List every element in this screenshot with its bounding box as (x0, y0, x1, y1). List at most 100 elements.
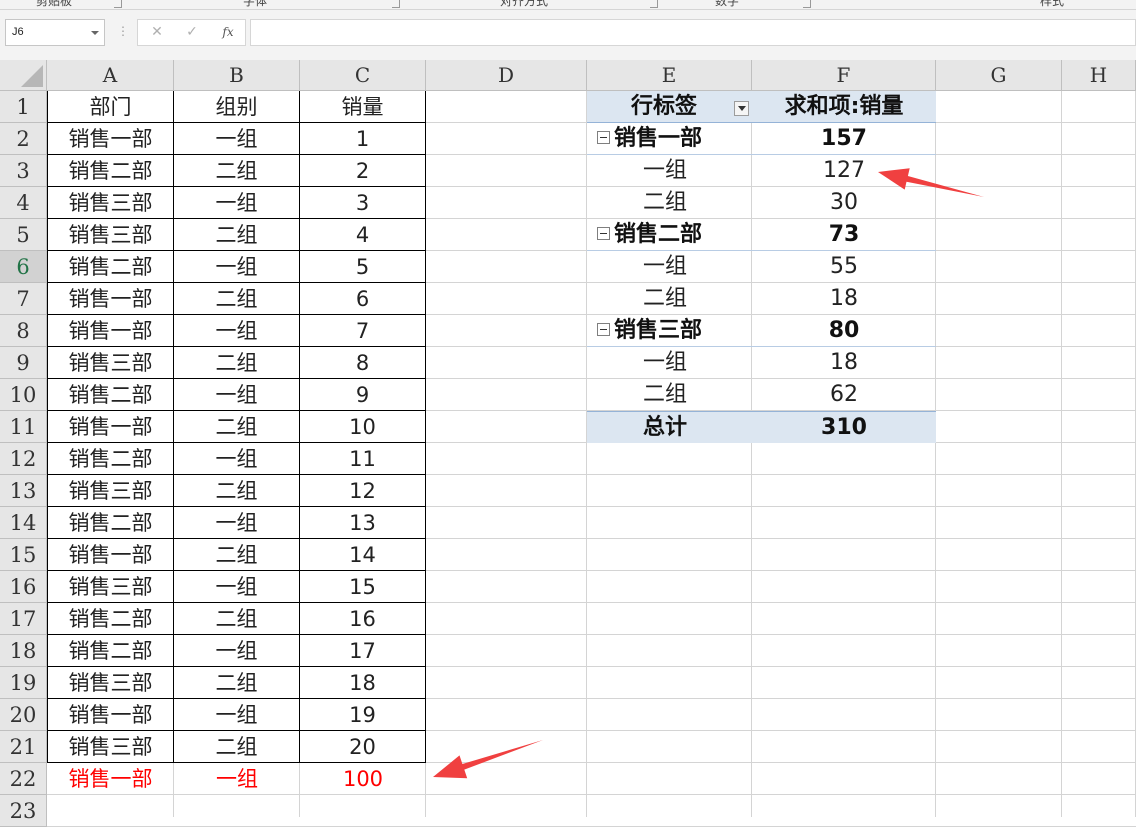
new-row-cell-sales[interactable]: 100 (300, 763, 426, 795)
dialog-launcher-icon[interactable] (392, 0, 400, 8)
pivot-item-value[interactable]: 18 (752, 347, 936, 379)
select-all-button[interactable] (0, 60, 47, 91)
row-header-15[interactable]: 15 (0, 539, 47, 571)
table-cell-sales[interactable]: 8 (300, 347, 426, 379)
new-row-cell-dept[interactable]: 销售一部 (47, 763, 174, 795)
row-header-22[interactable]: 22 (0, 763, 47, 795)
table-cell-group[interactable]: 一组 (174, 123, 300, 155)
collapse-icon[interactable] (597, 226, 610, 240)
table-header-sales[interactable]: 销量 (300, 91, 426, 123)
table-cell-group[interactable]: 二组 (174, 155, 300, 187)
table-cell-sales[interactable]: 1 (300, 123, 426, 155)
column-header-d[interactable]: D (426, 60, 587, 91)
pivot-item-label[interactable]: 二组 (587, 379, 752, 411)
pivot-value-header[interactable]: 求和项:销量 (752, 91, 936, 123)
table-cell-dept[interactable]: 销售三部 (47, 475, 174, 507)
table-cell-dept[interactable]: 销售一部 (47, 315, 174, 347)
pivot-group-total[interactable]: 73 (752, 219, 936, 251)
enter-icon[interactable]: ✓ (177, 20, 207, 45)
table-cell-group[interactable]: 一组 (174, 251, 300, 283)
pivot-group-row[interactable]: 销售三部 (587, 315, 752, 347)
table-cell-group[interactable]: 二组 (174, 283, 300, 315)
column-header-g[interactable]: G (936, 60, 1062, 91)
row-header-23[interactable]: 23 (0, 795, 47, 827)
table-cell-sales[interactable]: 14 (300, 539, 426, 571)
row-header-13[interactable]: 13 (0, 475, 47, 507)
pivot-group-total[interactable]: 157 (752, 123, 936, 155)
table-cell-sales[interactable]: 7 (300, 315, 426, 347)
formula-input[interactable] (250, 19, 1136, 46)
table-cell-dept[interactable]: 销售三部 (47, 571, 174, 603)
table-cell-dept[interactable]: 销售三部 (47, 667, 174, 699)
table-header-dept[interactable]: 部门 (47, 91, 174, 123)
pivot-item-label[interactable]: 二组 (587, 187, 752, 219)
column-header-e[interactable]: E (587, 60, 752, 91)
table-cell-dept[interactable]: 销售二部 (47, 507, 174, 539)
pivot-item-value[interactable]: 62 (752, 379, 936, 411)
row-header-17[interactable]: 17 (0, 603, 47, 635)
row-header-20[interactable]: 20 (0, 699, 47, 731)
row-header-8[interactable]: 8 (0, 315, 47, 347)
row-header-4[interactable]: 4 (0, 187, 47, 219)
table-cell-sales[interactable]: 16 (300, 603, 426, 635)
table-cell-sales[interactable]: 2 (300, 155, 426, 187)
pivot-item-label[interactable]: 一组 (587, 155, 752, 187)
dialog-launcher-icon[interactable] (803, 0, 811, 8)
worksheet-grid[interactable]: A B C D E F G H 1 2 3 4 5 6 7 8 9 10 11 12 13 14 15 16 17 18 19 20 2… (0, 60, 1136, 827)
table-cell-dept[interactable]: 销售三部 (47, 187, 174, 219)
table-cell-group[interactable]: 一组 (174, 507, 300, 539)
table-cell-sales[interactable]: 3 (300, 187, 426, 219)
table-cell-group[interactable]: 一组 (174, 443, 300, 475)
row-header-21[interactable]: 21 (0, 731, 47, 763)
row-header-6[interactable]: 6 (0, 251, 47, 283)
table-cell-group[interactable]: 一组 (174, 187, 300, 219)
table-cell-dept[interactable]: 销售三部 (47, 731, 174, 763)
pivot-group-total[interactable]: 80 (752, 315, 936, 347)
table-cell-group[interactable]: 一组 (174, 571, 300, 603)
pivot-group-row[interactable]: 销售二部 (587, 219, 752, 251)
table-cell-sales[interactable]: 15 (300, 571, 426, 603)
table-cell-group[interactable]: 一组 (174, 699, 300, 731)
table-header-group[interactable]: 组别 (174, 91, 300, 123)
table-cell-sales[interactable]: 9 (300, 379, 426, 411)
name-box[interactable]: J6 (5, 19, 105, 46)
table-cell-sales[interactable]: 17 (300, 635, 426, 667)
pivot-item-label[interactable]: 一组 (587, 347, 752, 379)
table-cell-group[interactable]: 二组 (174, 603, 300, 635)
row-header-18[interactable]: 18 (0, 635, 47, 667)
table-cell-dept[interactable]: 销售二部 (47, 635, 174, 667)
column-header-c[interactable]: C (300, 60, 426, 91)
table-cell-group[interactable]: 二组 (174, 667, 300, 699)
table-cell-dept[interactable]: 销售二部 (47, 155, 174, 187)
row-header-10[interactable]: 10 (0, 379, 47, 411)
pivot-item-value[interactable]: 55 (752, 251, 936, 283)
table-cell-sales[interactable]: 4 (300, 219, 426, 251)
table-cell-group[interactable]: 二组 (174, 411, 300, 443)
table-cell-sales[interactable]: 12 (300, 475, 426, 507)
column-header-f[interactable]: F (752, 60, 936, 91)
table-cell-group[interactable]: 一组 (174, 379, 300, 411)
table-cell-dept[interactable]: 销售二部 (47, 603, 174, 635)
collapse-icon[interactable] (597, 322, 610, 336)
table-cell-group[interactable]: 二组 (174, 219, 300, 251)
row-header-7[interactable]: 7 (0, 283, 47, 315)
row-header-3[interactable]: 3 (0, 155, 47, 187)
table-cell-sales[interactable]: 10 (300, 411, 426, 443)
table-cell-sales[interactable]: 13 (300, 507, 426, 539)
cancel-icon[interactable]: ✕ (142, 20, 172, 45)
table-cell-sales[interactable]: 19 (300, 699, 426, 731)
row-header-5[interactable]: 5 (0, 219, 47, 251)
table-cell-dept[interactable]: 销售二部 (47, 379, 174, 411)
pivot-item-value[interactable]: 18 (752, 283, 936, 315)
table-cell-dept[interactable]: 销售一部 (47, 123, 174, 155)
table-cell-dept[interactable]: 销售二部 (47, 443, 174, 475)
pivot-item-label[interactable]: 一组 (587, 251, 752, 283)
filter-dropdown-icon[interactable] (734, 101, 749, 116)
column-header-b[interactable]: B (174, 60, 300, 91)
dialog-launcher-icon[interactable] (114, 0, 122, 8)
table-cell-dept[interactable]: 销售一部 (47, 411, 174, 443)
row-header-16[interactable]: 16 (0, 571, 47, 603)
row-header-14[interactable]: 14 (0, 507, 47, 539)
row-header-2[interactable]: 2 (0, 123, 47, 155)
table-cell-sales[interactable]: 6 (300, 283, 426, 315)
